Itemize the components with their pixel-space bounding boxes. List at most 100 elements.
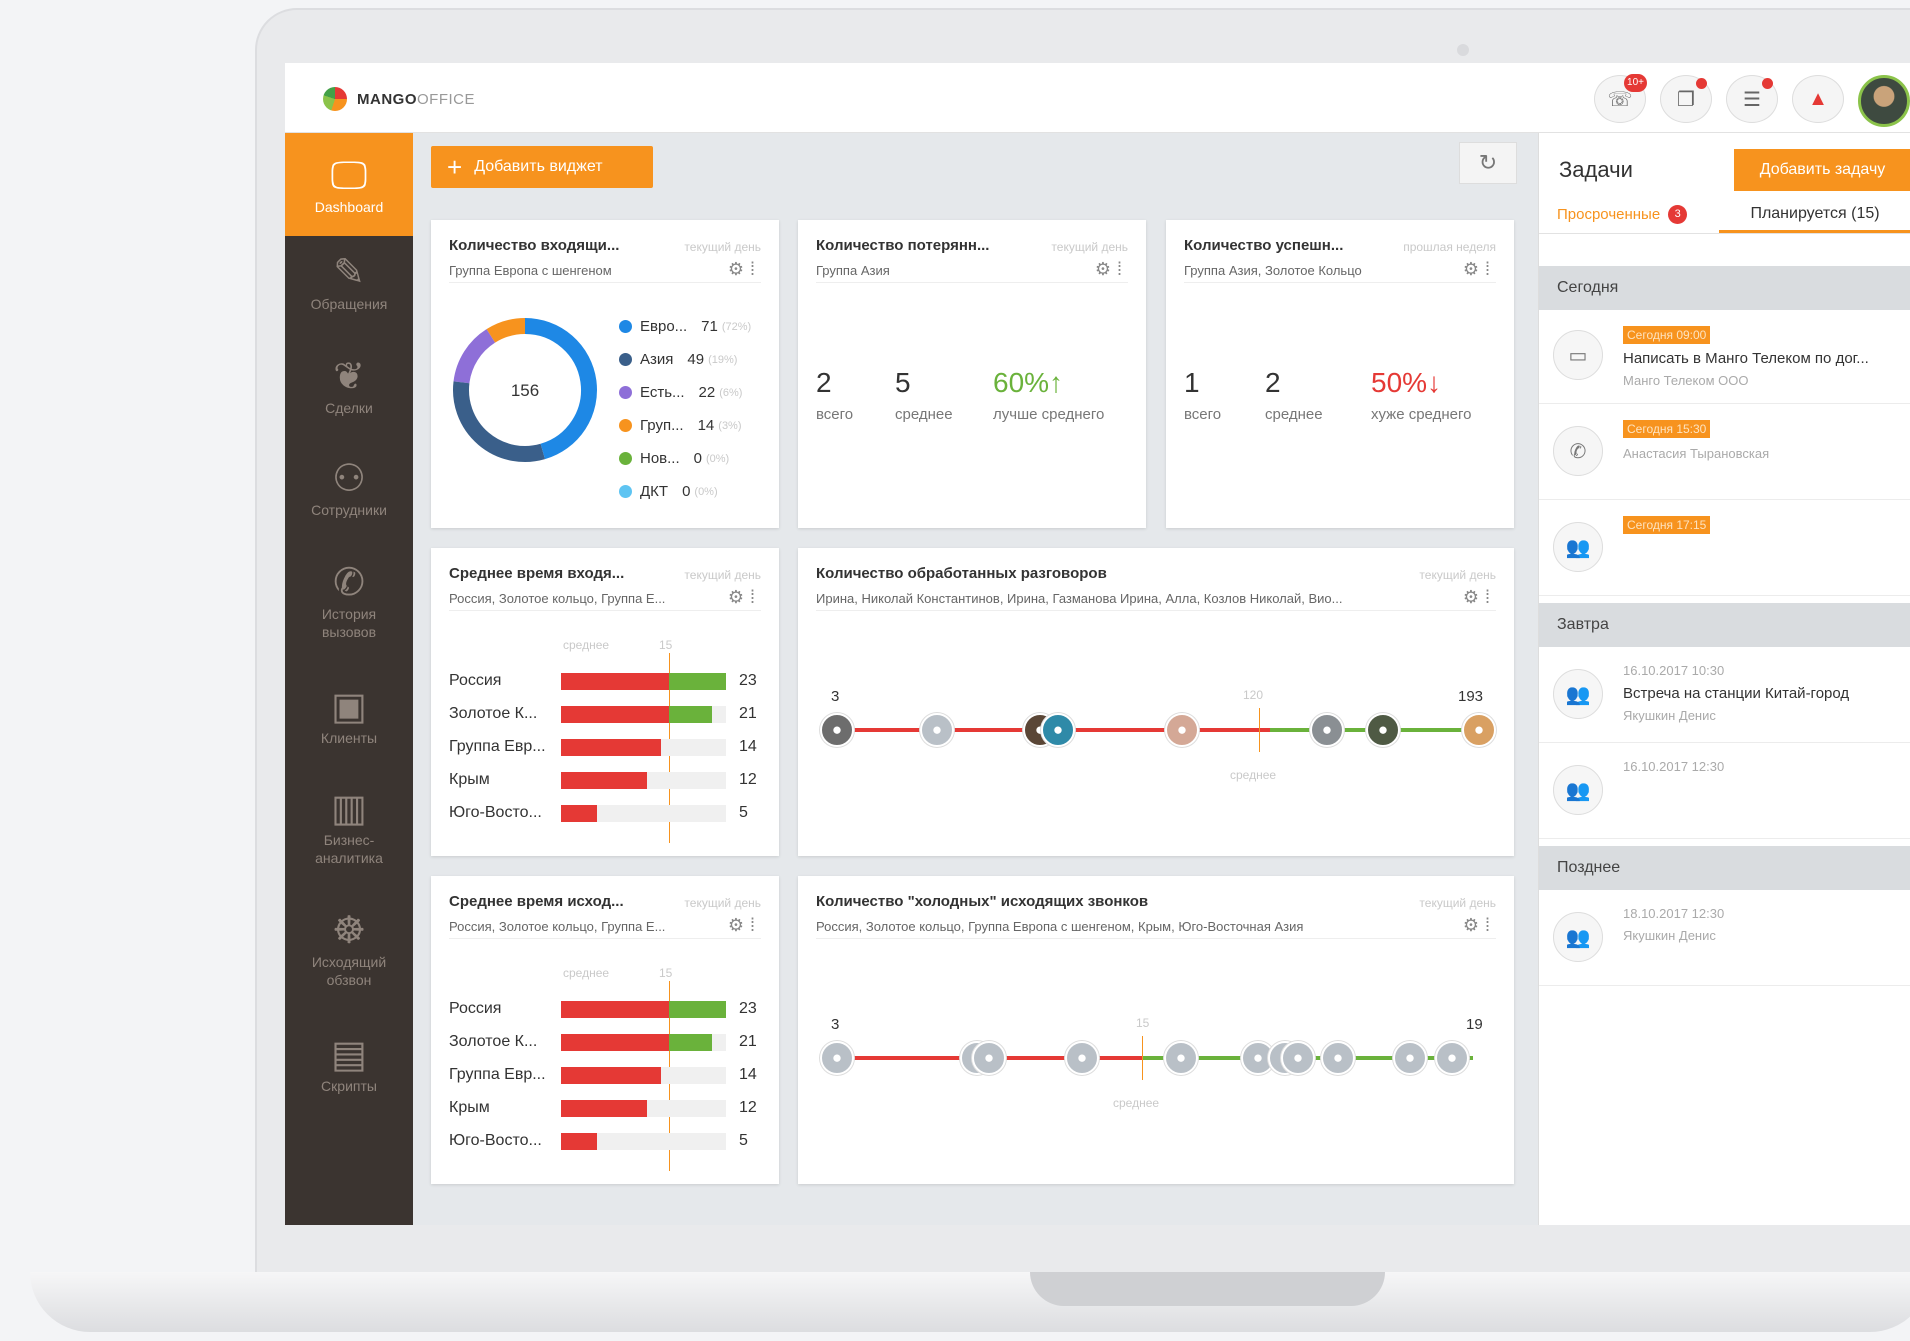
legend-dot <box>619 485 632 498</box>
gear-icon[interactable]: ⚙ <box>1463 259 1485 279</box>
sidebar-item-analytics[interactable]: ▥ Бизнес-аналитика <box>285 787 413 867</box>
legend-name: Нов... <box>640 450 680 467</box>
widget-lost: Количество потерянн... текущий день Груп… <box>798 220 1146 528</box>
drag-handle-icon[interactable]: ⁞ <box>1485 915 1496 935</box>
employee-avatar[interactable]: ● <box>1435 1041 1469 1075</box>
marker-value: 120 <box>1243 688 1264 702</box>
task-title: Написать в Манго Телеком по дог... <box>1623 350 1869 367</box>
widget-avg-incoming: Среднее время входя... текущий день Росс… <box>431 548 779 856</box>
bar-below-average[interactable] <box>561 772 648 789</box>
employee-avatar[interactable]: ● <box>820 1041 854 1075</box>
drag-handle-icon[interactable]: ⁞ <box>1485 587 1496 607</box>
add-widget-label: Добавить виджет <box>474 158 603 175</box>
task-item[interactable]: 👥 Сегодня 17:15 <box>1539 500 1910 596</box>
gear-icon[interactable]: ⚙ <box>728 259 750 279</box>
donut-slice-3[interactable] <box>453 329 496 384</box>
dashboard-icon: 🖵 <box>330 154 368 197</box>
gear-icon[interactable]: ⚙ <box>1463 587 1485 607</box>
sidebar-item-label: История вызовов <box>321 606 377 640</box>
bar-value: 21 <box>739 705 757 722</box>
gear-icon[interactable]: ⚙ <box>728 915 750 935</box>
sidebar-item-clients[interactable]: ▣ Клиенты <box>285 685 413 747</box>
widget-period: текущий день <box>1419 896 1496 910</box>
employee-avatar[interactable]: ● <box>920 713 954 747</box>
bar-below-average[interactable] <box>561 739 662 756</box>
legend-pct: (72%) <box>721 320 752 333</box>
widget-tools: ⚙⁞ <box>728 587 761 608</box>
employee-avatar[interactable]: ● <box>1065 1041 1099 1075</box>
sidebar-item-requests[interactable]: ✎ Обращения <box>285 251 413 313</box>
refresh-icon[interactable]: ↻ <box>1459 142 1517 184</box>
employee-avatar[interactable]: ● <box>1164 1041 1198 1075</box>
widget-header: Количество успешн... прошлая неделя Груп… <box>1184 237 1496 283</box>
bar-above-average[interactable] <box>668 673 726 690</box>
employee-avatar[interactable]: ● <box>1321 1041 1355 1075</box>
list-icon[interactable]: ☰ <box>1726 75 1778 123</box>
bar-below-average[interactable] <box>561 1001 669 1018</box>
task-item[interactable]: 👥 16.10.2017 12:30 <box>1539 743 1910 839</box>
stat-percent-label: хуже среднего <box>1371 406 1472 423</box>
add-widget-button[interactable]: + Добавить виджет <box>431 146 653 188</box>
task-item[interactable]: ✆ Сегодня 15:30 Анастасия Тырановская <box>1539 404 1910 500</box>
employee-avatar[interactable]: ● <box>1366 713 1400 747</box>
bar-label: Россия <box>449 672 502 689</box>
sidebar-item-label: Клиенты <box>320 730 378 746</box>
employee-avatar[interactable]: ● <box>1281 1041 1315 1075</box>
task-item[interactable]: 👥 16.10.2017 10:30 Встреча на станции Ки… <box>1539 647 1910 743</box>
mango-logo[interactable]: MANGOOFFICE <box>323 87 475 111</box>
employee-avatar[interactable]: ● <box>1165 713 1199 747</box>
widget-subtitle: Группа Европа с шенгеном <box>449 263 612 278</box>
sidebar-item-call-history[interactable]: ✆ История вызовов <box>285 561 413 641</box>
tab-overdue[interactable]: Просроченные 3 <box>1557 205 1688 224</box>
bar-above-average[interactable] <box>668 1001 726 1018</box>
clients-icon: ▣ <box>331 686 367 728</box>
gear-icon[interactable]: ⚙ <box>1463 915 1485 935</box>
bar-below-average[interactable] <box>561 1133 597 1150</box>
drag-handle-icon[interactable]: ⁞ <box>750 587 761 607</box>
employee-avatar[interactable]: ● <box>1393 1041 1427 1075</box>
employee-avatar[interactable]: ● <box>1462 713 1496 747</box>
task-item[interactable]: ▭ Сегодня 09:00 Написать в Манго Телеком… <box>1539 310 1910 404</box>
average-marker <box>1142 1036 1143 1080</box>
logo-icon <box>323 87 347 111</box>
donut-slice-4[interactable] <box>486 318 526 343</box>
missed-calls-icon[interactable]: ☏ 10+ <box>1594 74 1647 123</box>
bell-icon[interactable]: ▲ <box>1792 75 1844 123</box>
legend-item: Евро... 71 (72%) <box>619 318 751 335</box>
bar-value: 14 <box>739 1066 757 1083</box>
bar-above-average[interactable] <box>668 706 712 723</box>
bar-track <box>561 673 726 690</box>
employee-avatar[interactable]: ● <box>1310 713 1344 747</box>
sidebar-item-dashboard[interactable]: 🖵 Dashboard <box>285 133 413 236</box>
bar-below-average[interactable] <box>561 673 669 690</box>
bar-below-average[interactable] <box>561 1100 648 1117</box>
bar-below-average[interactable] <box>561 1034 669 1051</box>
drag-handle-icon[interactable]: ⁞ <box>1485 259 1496 279</box>
employee-avatar[interactable]: ● <box>972 1041 1006 1075</box>
add-task-button[interactable]: Добавить задачу <box>1734 149 1910 191</box>
drag-handle-icon[interactable]: ⁞ <box>750 259 761 279</box>
user-avatar[interactable] <box>1858 75 1910 127</box>
drag-handle-icon[interactable]: ⁞ <box>750 915 761 935</box>
employee-avatar[interactable]: ● <box>820 713 854 747</box>
bar-label: Крым <box>449 1099 490 1116</box>
gear-icon[interactable]: ⚙ <box>1095 259 1117 279</box>
sidebar-item-outbound[interactable]: ☸ Исходящий обзвон <box>285 909 413 989</box>
drag-handle-icon[interactable]: ⁞ <box>1117 259 1128 279</box>
sidebar-item-scripts[interactable]: ▤ Скрипты <box>285 1033 413 1095</box>
employee-avatar[interactable]: ● <box>1041 713 1075 747</box>
sidebar-item-deals[interactable]: ❦ Сделки <box>285 355 413 417</box>
bar-below-average[interactable] <box>561 1067 662 1084</box>
bar-value: 14 <box>739 738 757 755</box>
copy-icon[interactable]: ❐ <box>1660 75 1712 123</box>
bar-above-average[interactable] <box>668 1034 712 1051</box>
sidebar-item-employees[interactable]: ⚇ Сотрудники <box>285 457 413 519</box>
gear-icon[interactable]: ⚙ <box>728 587 750 607</box>
task-group-later: Позднее <box>1539 846 1910 890</box>
tab-planned[interactable]: Планируется (15) <box>1719 205 1910 233</box>
dashboard-main: + Добавить виджет ↻ Количество входящи...… <box>413 133 1538 1225</box>
bar-below-average[interactable] <box>561 805 597 822</box>
task-item[interactable]: 👥 18.10.2017 12:30 Якушкин Денис <box>1539 890 1910 986</box>
stat-percent: 60%↑ <box>993 367 1064 398</box>
bar-below-average[interactable] <box>561 706 669 723</box>
